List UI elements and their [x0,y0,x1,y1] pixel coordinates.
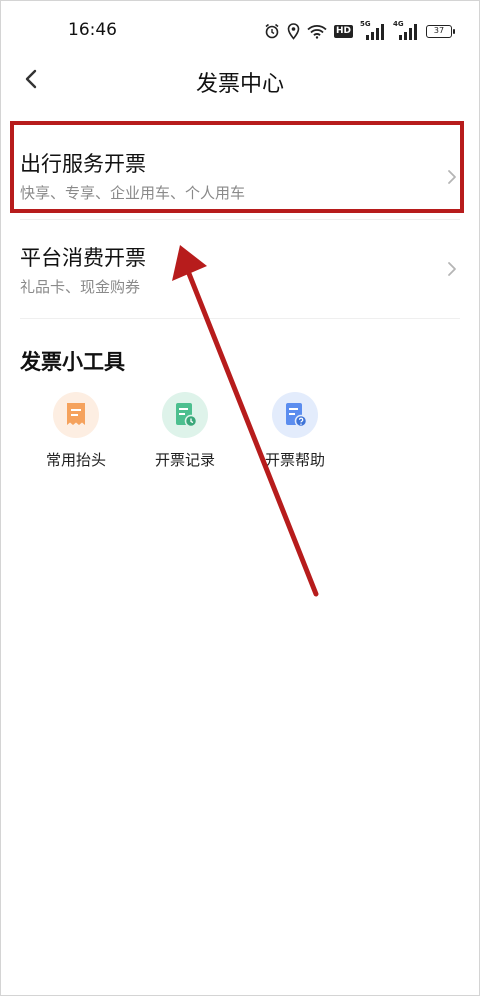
divider [20,219,460,220]
nav-header: 发票中心 [0,56,480,106]
signal-4g-icon: 4G [393,20,419,41]
tool-invoice-record[interactable]: 开票记录 [142,392,228,470]
status-icons: HD 5G 4G 37 [264,20,455,42]
alarm-icon [265,23,279,39]
signal-5g-label: 5G [360,20,371,28]
battery-icon: 37 [426,24,455,38]
signal-5g-icon: 5G [360,20,386,41]
tool-invoice-help[interactable]: 开票帮助 [252,392,338,470]
status-bar: 16:46 HD 5G 4G 37 [0,0,480,60]
divider [20,318,460,319]
battery-level: 37 [433,25,445,35]
tool-label: 开票记录 [154,451,215,469]
invoice-help-icon [272,392,318,438]
menu-item-platform-invoice[interactable]: 平台消费开票 礼品卡、现金购券 [0,222,480,317]
tool-invoice-title[interactable]: 常用抬头 [33,392,119,470]
chevron-right-icon [448,262,456,276]
chevron-right-icon [448,170,456,184]
tools-section-title: 发票小工具 [20,350,125,374]
menu-item-title: 出行服务开票 [20,152,146,176]
invoice-record-icon [162,392,208,438]
menu-item-subtitle: 快享、专享、企业用车、个人用车 [20,184,246,202]
status-time: 16:46 [68,20,117,40]
hd-badge: HD [333,24,353,38]
signal-4g-label: 4G [393,20,404,28]
invoice-title-icon [53,392,99,438]
menu-item-subtitle: 礼品卡、现金购券 [20,278,141,296]
wifi-icon [307,24,327,39]
menu-item-title: 平台消费开票 [20,246,146,270]
tool-label: 常用抬头 [45,451,106,469]
tool-label: 开票帮助 [264,451,325,469]
page-title: 发票中心 [195,72,284,97]
menu-item-travel-invoice[interactable]: 出行服务开票 快享、专享、企业用车、个人用车 [0,124,480,216]
location-icon [287,22,300,40]
